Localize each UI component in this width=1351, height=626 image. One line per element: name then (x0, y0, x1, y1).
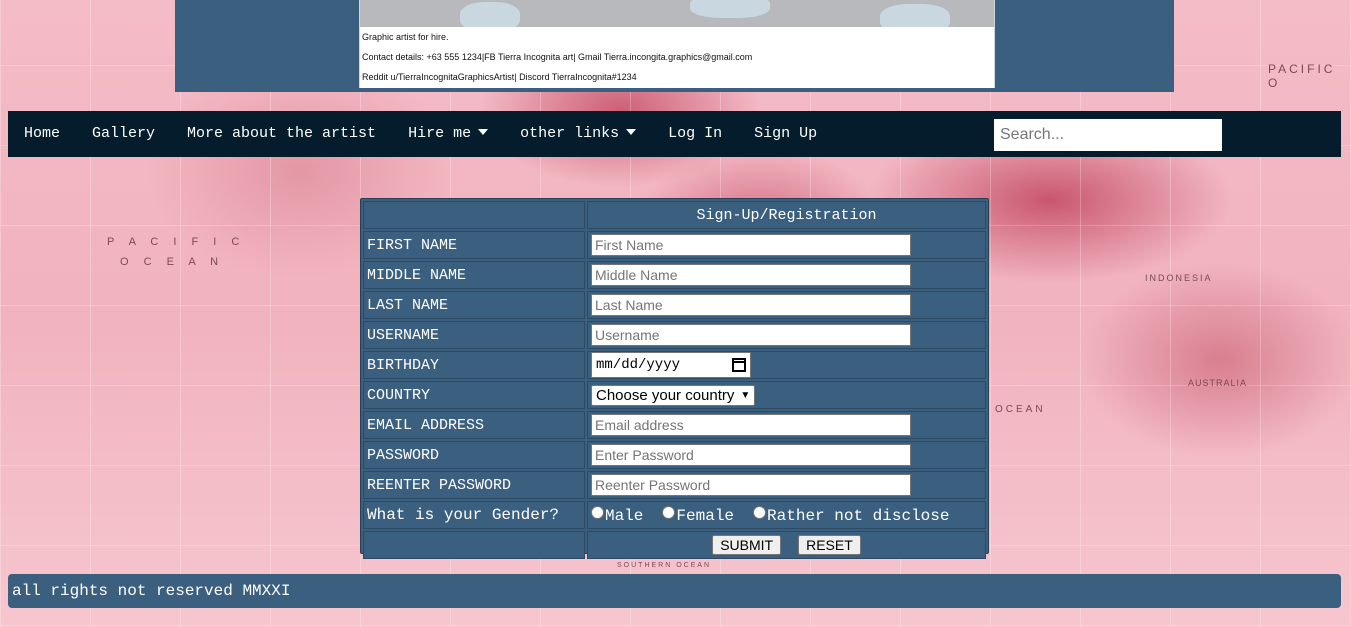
banner-contact: Contact details: +63 555 1234|FB Tierra … (362, 52, 753, 62)
last-name-label: LAST NAME (363, 291, 585, 319)
password-field[interactable] (591, 444, 911, 466)
nav-home[interactable]: Home (8, 111, 76, 157)
nav-other-links-dropdown[interactable]: other links (504, 111, 652, 157)
nav-sign-up[interactable]: Sign Up (738, 111, 833, 157)
radio-button-male[interactable] (591, 505, 604, 519)
header-banner: Graphic artist for hire. Contact details… (175, 0, 1174, 92)
nav-gallery[interactable]: Gallery (76, 111, 171, 157)
country-select[interactable]: Choose your country ▼ (591, 384, 756, 406)
first-name-field[interactable] (591, 234, 911, 256)
banner-social: Reddit u/TierraIncognitaGraphicsArtist| … (362, 72, 637, 82)
search-input[interactable] (994, 119, 1222, 151)
username-field[interactable] (591, 324, 911, 346)
gender-option-female[interactable]: Female (662, 505, 734, 525)
form-title: Sign-Up/Registration (587, 201, 986, 229)
nav-more-about-artist[interactable]: More about the artist (171, 111, 392, 157)
banner-map-image (360, 0, 994, 27)
nav-log-in[interactable]: Log In (652, 111, 738, 157)
calendar-icon[interactable] (732, 358, 746, 372)
main-navbar: Home Gallery More about the artist Hire … (8, 111, 1341, 157)
map-label-pacific-right: PACIFIC O (1268, 62, 1336, 90)
middle-name-field[interactable] (591, 264, 911, 286)
footer: all rights not reserved MMXXI (8, 574, 1341, 608)
first-name-label: FIRST NAME (363, 231, 585, 259)
footer-text: all rights not reserved MMXXI (12, 582, 291, 600)
map-label-indonesia: INDONESIA (1145, 273, 1213, 283)
email-field[interactable] (591, 414, 911, 436)
map-label-ocean: O C E A N (120, 256, 225, 268)
map-label-australia: AUSTRALIA (1188, 378, 1248, 388)
nav-hire-me-dropdown[interactable]: Hire me (392, 111, 504, 157)
radio-button-rather-not-disclose[interactable] (753, 505, 767, 519)
country-label: COUNTRY (363, 381, 585, 409)
map-label-pacific: P A C I F I C (107, 236, 246, 248)
radio-button-female[interactable] (662, 505, 676, 519)
reenter-password-label: REENTER PASSWORD (363, 471, 585, 499)
caret-down-icon (626, 129, 637, 135)
map-label-ocean-east: OCEAN (995, 404, 1046, 415)
email-label: EMAIL ADDRESS (363, 411, 585, 439)
middle-name-label: MIDDLE NAME (363, 261, 585, 289)
birthday-date-picker[interactable]: mm/dd/yyyy (591, 352, 751, 378)
submit-button[interactable]: SUBMIT (712, 535, 782, 555)
caret-down-icon (478, 129, 489, 135)
reset-button[interactable]: RESET (798, 535, 861, 555)
map-label-southern-ocean: SOUTHERN OCEAN (617, 562, 712, 569)
gender-option-male[interactable]: Male (591, 505, 643, 525)
reenter-password-field[interactable] (591, 474, 911, 496)
birthday-value: mm/dd/yyyy (596, 357, 681, 373)
username-label: USERNAME (363, 321, 585, 349)
country-selected-value: Choose your country (596, 386, 735, 404)
chevron-down-icon: ▼ (740, 389, 751, 401)
artist-banner: Graphic artist for hire. Contact details… (359, 0, 995, 88)
registration-form: Sign-Up/Registration FIRST NAME MIDDLE N… (360, 198, 989, 559)
birthday-label: BIRTHDAY (363, 351, 585, 379)
gender-option-rather-not-disclose[interactable]: Rather not disclose (753, 505, 949, 525)
last-name-field[interactable] (591, 294, 911, 316)
banner-tagline: Graphic artist for hire. (362, 32, 449, 42)
gender-label: What is your Gender? (363, 501, 585, 529)
password-label: PASSWORD (363, 441, 585, 469)
